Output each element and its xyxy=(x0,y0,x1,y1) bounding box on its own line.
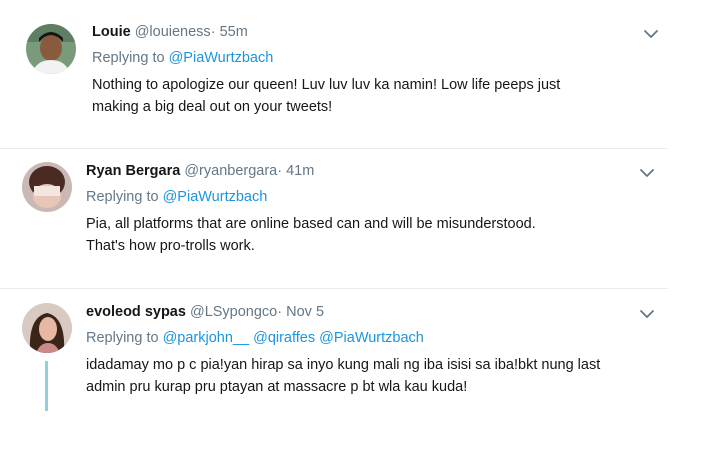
tweet-text: idadamay mo p c pia!yan hirap sa inyo ku… xyxy=(86,354,646,398)
tweet-text-line: Pia, all platforms that are online based… xyxy=(86,216,536,232)
separator-dot: · xyxy=(210,24,216,40)
chevron-down-icon[interactable] xyxy=(643,26,659,42)
replying-to: Replying to @parkjohn__ @qiraffes @PiaWu… xyxy=(86,328,646,348)
replying-to: Replying to @PiaWurtzbach xyxy=(92,48,632,68)
avatar[interactable] xyxy=(26,24,76,74)
separator-dot: · xyxy=(277,163,283,179)
user-avatar-photo-icon xyxy=(22,303,72,353)
tweet-text-line: making a big deal out on your tweets! xyxy=(92,99,333,115)
user-handle[interactable]: @ryanbergara xyxy=(184,163,277,179)
separator-dot: · xyxy=(277,304,283,320)
replying-prefix: Replying to xyxy=(86,330,159,346)
chevron-down-icon[interactable] xyxy=(639,306,655,322)
mention-link[interactable]: @PiaWurtzbach xyxy=(163,189,268,205)
avatar[interactable] xyxy=(22,162,72,212)
avatar[interactable] xyxy=(22,303,72,353)
timestamp[interactable]: Nov 5 xyxy=(286,304,324,320)
user-handle[interactable]: @LSypongco xyxy=(190,304,277,320)
tweet-text-line: idadamay mo p c pia!yan hirap sa inyo ku… xyxy=(86,357,601,373)
tweet-evoleod-sypas[interactable]: evoleod sypas @LSypongco· Nov 5 Replying… xyxy=(0,289,670,450)
mention-link[interactable]: @qiraffes xyxy=(253,330,315,346)
user-handle[interactable]: @louieness xyxy=(135,24,211,40)
thread-line xyxy=(45,361,48,411)
replying-to: Replying to @PiaWurtzbach xyxy=(86,187,626,207)
tweet-text-line: Nothing to apologize our queen! Luv luv … xyxy=(92,77,561,93)
mention-link[interactable]: @parkjohn__ xyxy=(163,330,249,346)
replying-prefix: Replying to xyxy=(92,50,165,66)
tweet-ryan-bergara[interactable]: Ryan Bergara @ryanbergara· 41m Replying … xyxy=(0,149,670,288)
chevron-down-icon[interactable] xyxy=(639,165,655,181)
user-avatar-photo-icon xyxy=(22,162,72,212)
tweet-text: Pia, all platforms that are online based… xyxy=(86,213,626,257)
tweet-text: Nothing to apologize our queen! Luv luv … xyxy=(92,74,632,118)
user-name[interactable]: Louie xyxy=(92,24,131,40)
timestamp[interactable]: 41m xyxy=(286,163,314,179)
mention-link[interactable]: @PiaWurtzbach xyxy=(169,50,274,66)
timestamp[interactable]: 55m xyxy=(220,24,248,40)
user-avatar-photo-icon xyxy=(26,24,76,74)
tweet-text-line: admin pru kurap pru ptayan at massacre p… xyxy=(86,379,468,395)
mention-link[interactable]: @PiaWurtzbach xyxy=(319,330,424,346)
user-name[interactable]: evoleod sypas xyxy=(86,304,186,320)
tweet-louie[interactable]: Louie @louieness· 55m Replying to @PiaWu… xyxy=(0,0,670,148)
replying-prefix: Replying to xyxy=(86,189,159,205)
tweet-text-line: That's how pro-trolls work. xyxy=(86,238,255,254)
user-name[interactable]: Ryan Bergara xyxy=(86,163,180,179)
